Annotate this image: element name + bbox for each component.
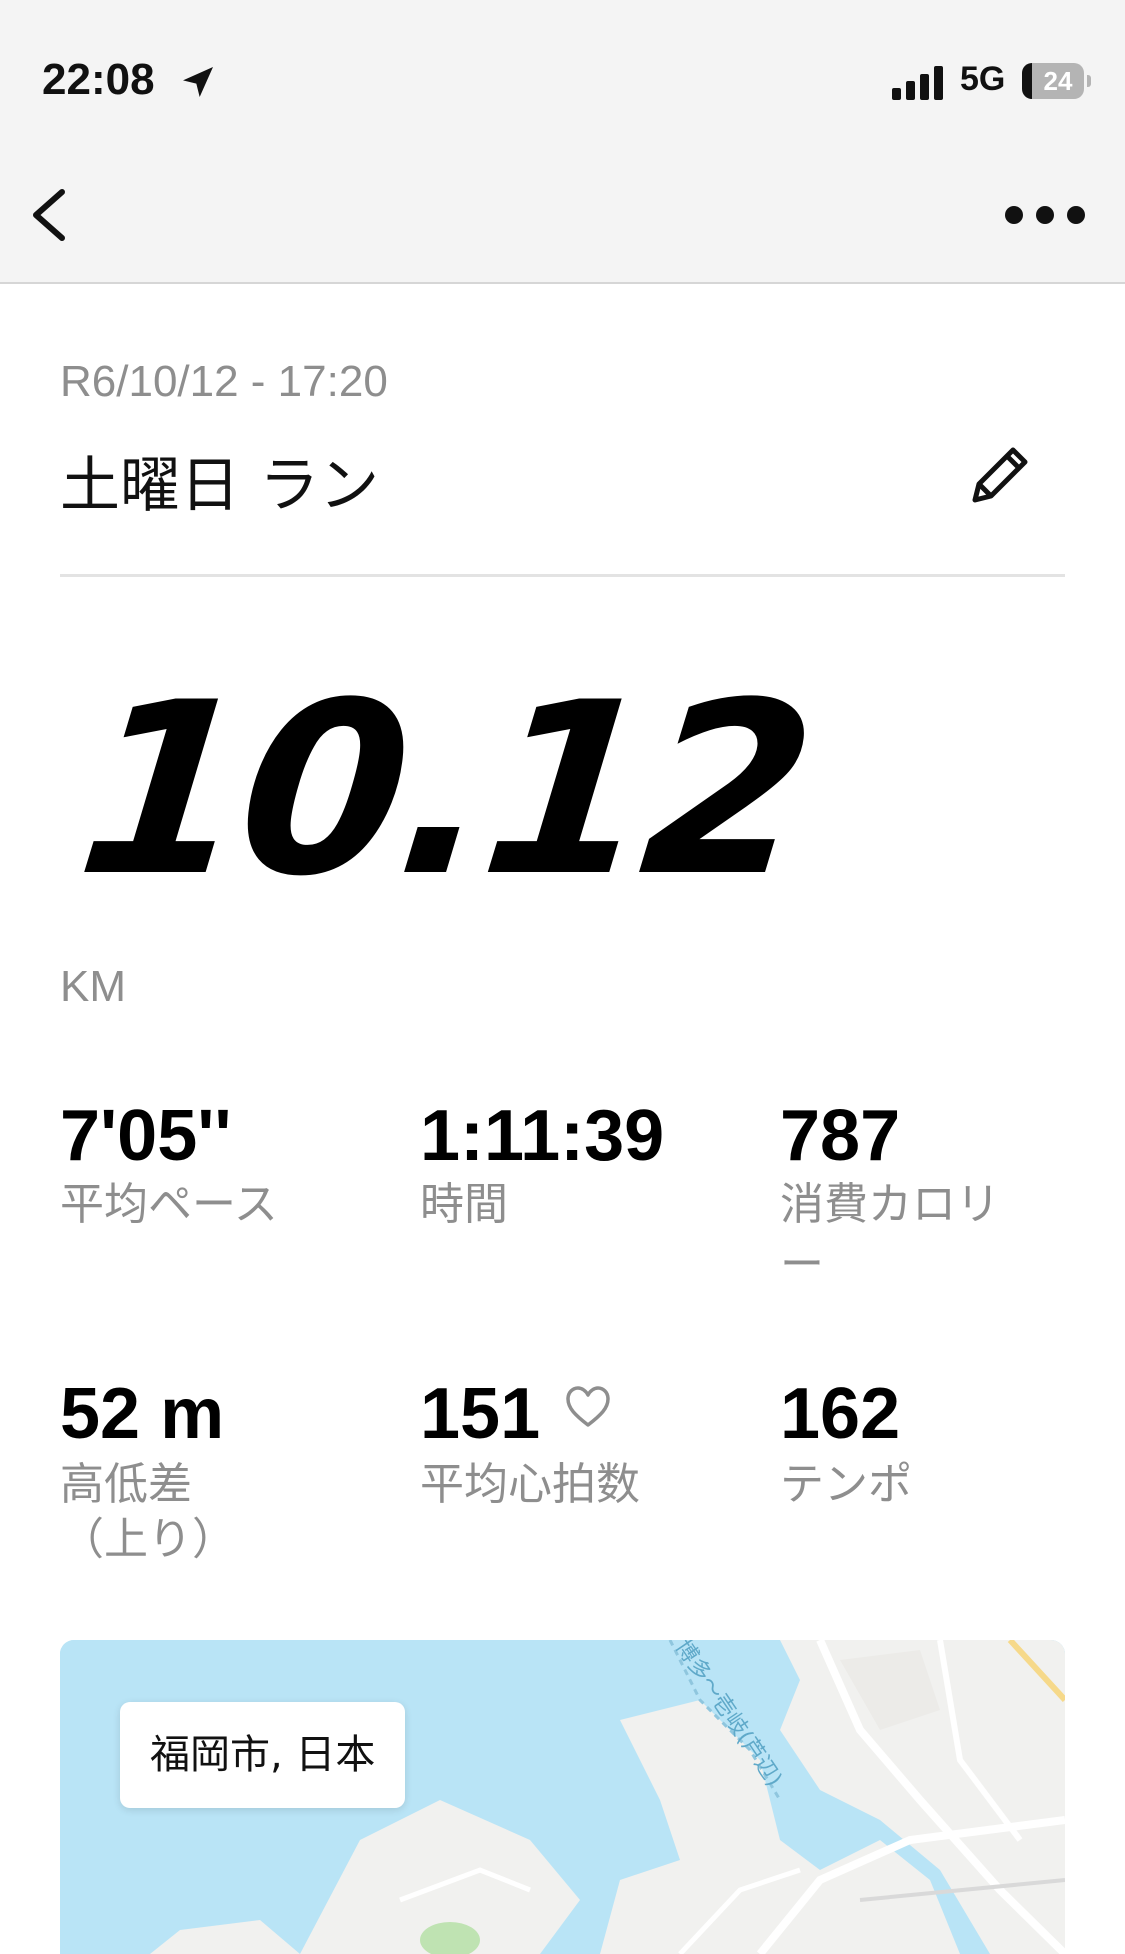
cadence-label: テンポ (780, 1459, 912, 1510)
heart-rate-value: 151 (420, 1374, 541, 1454)
battery-icon: 24 (1022, 63, 1084, 99)
calories-label-wrap: ー (780, 1239, 824, 1290)
heart-rate-label: 平均心拍数 (420, 1459, 640, 1510)
divider (60, 574, 1065, 577)
elevation-value: 52 m (60, 1374, 225, 1454)
elevation-label: 高低差 (60, 1459, 192, 1510)
elevation-sublabel: （上り） (60, 1514, 236, 1565)
network-type: 5G (960, 60, 1006, 98)
distance-unit: KM (60, 962, 126, 1011)
back-chevron-icon[interactable] (20, 180, 80, 250)
battery-tip (1087, 75, 1091, 87)
calories-label: 消費カロリ (780, 1179, 1000, 1230)
duration-label: 時間 (420, 1179, 508, 1230)
cadence-value: 162 (780, 1374, 901, 1454)
calories-value: 787 (780, 1096, 901, 1176)
map-location-label: 福岡市, 日本 (120, 1702, 406, 1808)
avg-pace-label: 平均ペース (60, 1179, 278, 1230)
avg-pace-value: 7'05'' (60, 1096, 232, 1176)
heart-icon (566, 1386, 610, 1427)
location-arrow-icon (183, 67, 213, 97)
activity-title: 土曜日 ラン (60, 451, 380, 521)
signal-icon (892, 66, 943, 100)
activity-date: R6/10/12 - 17:20 (60, 357, 388, 406)
more-options-icon[interactable] (1000, 195, 1090, 235)
nav-bar (0, 120, 1125, 284)
duration-value: 1:11:39 (420, 1096, 665, 1176)
status-time: 22:08 (42, 55, 155, 104)
edit-pencil-icon[interactable] (965, 440, 1035, 510)
distance-value: 10.12 (67, 652, 820, 929)
